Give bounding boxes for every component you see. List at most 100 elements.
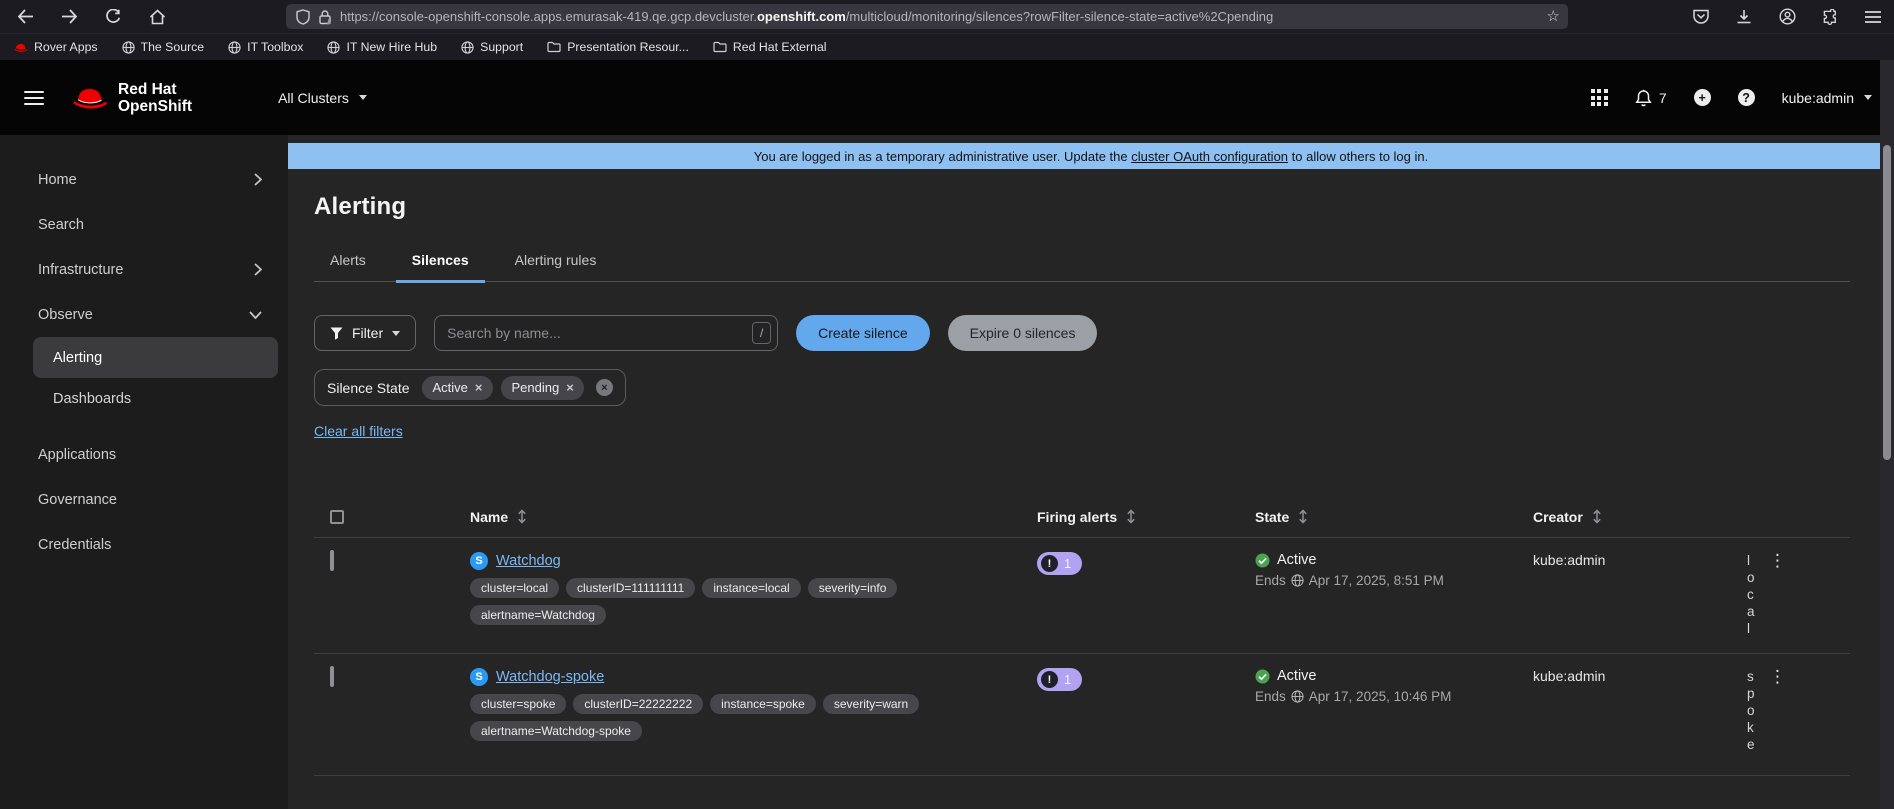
sidebar-item-label: Applications	[38, 446, 117, 463]
label-pill: instance=spoke	[710, 694, 816, 714]
app-launcher-icon[interactable]	[1590, 89, 1608, 106]
sidebar-item-observe[interactable]: Observe	[0, 292, 288, 337]
globe-icon	[461, 40, 474, 54]
bookmark-label: The Source	[140, 40, 205, 54]
banner-text: to allow others to log in.	[1288, 148, 1429, 164]
chevron-down-icon	[392, 330, 401, 336]
name-cell: S Watchdog-spoke cluster=spoke clusterID…	[470, 654, 1037, 775]
chip-close-icon[interactable]: ×	[471, 379, 487, 396]
row-kebab-menu-icon[interactable]: ⋮	[1763, 668, 1792, 686]
chevron-down-icon	[1864, 95, 1872, 100]
bookmark-rover-apps[interactable]: Rover Apps	[14, 40, 98, 54]
sidebar-item-applications[interactable]: Applications	[0, 432, 288, 477]
url-bar[interactable]: https://console-openshift-console.apps.e…	[286, 4, 1568, 29]
sidebar-item-label: Search	[38, 216, 84, 233]
account-icon[interactable]	[1776, 6, 1798, 28]
lock-warning-icon[interactable]	[318, 9, 332, 25]
notifications-button[interactable]: 7	[1635, 89, 1667, 107]
bookmark-the-source[interactable]: The Source	[121, 40, 205, 54]
tracking-shield-icon[interactable]	[296, 8, 310, 25]
chip-group-close-icon[interactable]: ×	[595, 379, 613, 396]
page-scrollbar[interactable]	[1880, 60, 1894, 809]
sidebar-item-home[interactable]: Home	[0, 157, 288, 202]
sidebar-item-search[interactable]: Search	[0, 202, 288, 247]
bookmark-presentation-resources[interactable]: Presentation Resour...	[547, 40, 689, 54]
sort-icon	[1127, 509, 1135, 524]
cluster-selector-dropdown[interactable]: All Clusters	[278, 90, 367, 106]
column-header-creator[interactable]: Creator	[1533, 509, 1747, 525]
row-checkbox[interactable]	[330, 550, 334, 571]
label-list: cluster=spoke clusterID=22222222 instanc…	[470, 694, 1030, 741]
globe-icon	[228, 40, 241, 54]
create-silence-button[interactable]: Create silence	[796, 315, 930, 351]
select-all-checkbox[interactable]	[330, 509, 344, 524]
silence-name-link[interactable]: Watchdog-spoke	[496, 669, 604, 685]
search-box: /	[434, 315, 779, 351]
search-shortcut-badge: /	[752, 322, 772, 344]
bookmark-it-new-hire-hub[interactable]: IT New Hire Hub	[327, 40, 437, 54]
table-row: S Watchdog cluster=local clusterID=11111…	[314, 538, 1850, 654]
help-question-icon[interactable]: ?	[1737, 89, 1755, 106]
pocket-icon[interactable]	[1690, 6, 1712, 28]
browser-chrome: https://console-openshift-console.apps.e…	[0, 0, 1894, 60]
redhat-fedora-icon	[70, 83, 110, 113]
sidebar-item-credentials[interactable]: Credentials	[0, 522, 288, 567]
state-text: Active	[1277, 668, 1317, 684]
user-menu-dropdown[interactable]: kube:admin	[1782, 90, 1872, 106]
sidebar-item-label: Alerting	[53, 349, 103, 366]
temp-admin-banner: You are logged in as a temporary adminis…	[288, 143, 1894, 169]
filter-funnel-icon	[330, 327, 343, 340]
chip-close-icon[interactable]: ×	[562, 379, 578, 396]
filter-dropdown-button[interactable]: Filter	[314, 315, 417, 351]
bookmark-it-toolbox[interactable]: IT Toolbox	[228, 40, 303, 54]
brand-logo[interactable]: Red Hat OpenShift	[70, 81, 192, 115]
clear-all-filters-link[interactable]: Clear all filters	[314, 423, 403, 439]
alert-severity-icon: !	[1041, 671, 1058, 688]
back-icon[interactable]	[14, 6, 36, 28]
download-icon[interactable]	[1733, 6, 1755, 28]
search-input[interactable]	[447, 325, 753, 341]
bookmark-star-icon[interactable]: ☆	[1547, 9, 1560, 24]
firing-alerts-badge: ! 1	[1037, 668, 1083, 691]
alert-severity-icon: !	[1041, 555, 1058, 572]
tab-silences[interactable]: Silences	[395, 252, 485, 283]
reload-icon[interactable]	[102, 6, 124, 28]
chip-label: Active	[432, 380, 468, 395]
firing-alerts-cell: ! 1	[1037, 654, 1255, 775]
nav-toggle-icon[interactable]	[24, 90, 44, 105]
sidebar-item-label: Credentials	[38, 536, 112, 553]
expire-silences-button[interactable]: Expire 0 silences	[947, 315, 1098, 351]
sidebar-item-dashboards[interactable]: Dashboards	[33, 378, 278, 419]
extensions-puzzle-icon[interactable]	[1819, 6, 1841, 28]
row-kebab-menu-icon[interactable]: ⋮	[1763, 552, 1792, 570]
tab-alerts[interactable]: Alerts	[314, 252, 382, 281]
brand-line2: OpenShift	[118, 97, 193, 115]
bookmark-red-hat-external[interactable]: Red Hat External	[713, 40, 827, 54]
scrollbar-thumb[interactable]	[1883, 145, 1891, 460]
page-title: Alerting	[314, 193, 407, 220]
bookmark-label: Rover Apps	[34, 40, 98, 54]
column-header-state[interactable]: State	[1255, 509, 1533, 525]
sidebar-item-governance[interactable]: Governance	[0, 477, 288, 522]
import-plus-icon[interactable]: +	[1693, 89, 1711, 106]
sidebar-item-alerting[interactable]: Alerting	[33, 337, 278, 378]
chip-group-label: Silence State	[327, 379, 410, 396]
label-list: cluster=local clusterID=111111111 instan…	[470, 578, 1030, 625]
table-row: S Watchdog-spoke cluster=spoke clusterID…	[314, 654, 1850, 776]
silence-name-link[interactable]: Watchdog	[496, 553, 561, 569]
ends-label: Ends	[1255, 689, 1286, 704]
column-header-name[interactable]: Name	[470, 509, 1037, 525]
column-header-firing-alerts[interactable]: Firing alerts	[1037, 509, 1255, 525]
bookmark-support[interactable]: Support	[461, 40, 523, 54]
ends-label: Ends	[1255, 573, 1286, 588]
firing-count: 1	[1064, 556, 1072, 571]
sidebar-item-infrastructure[interactable]: Infrastructure	[0, 247, 288, 292]
browser-menu-icon[interactable]	[1862, 6, 1884, 28]
folder-icon	[713, 41, 727, 53]
forward-icon[interactable]	[58, 6, 80, 28]
row-checkbox[interactable]	[330, 666, 334, 687]
tab-alerting-rules[interactable]: Alerting rules	[499, 252, 613, 281]
cluster-selector-label: All Clusters	[278, 89, 349, 106]
oauth-config-link[interactable]: cluster OAuth configuration	[1131, 149, 1288, 164]
home-icon[interactable]	[146, 6, 168, 28]
